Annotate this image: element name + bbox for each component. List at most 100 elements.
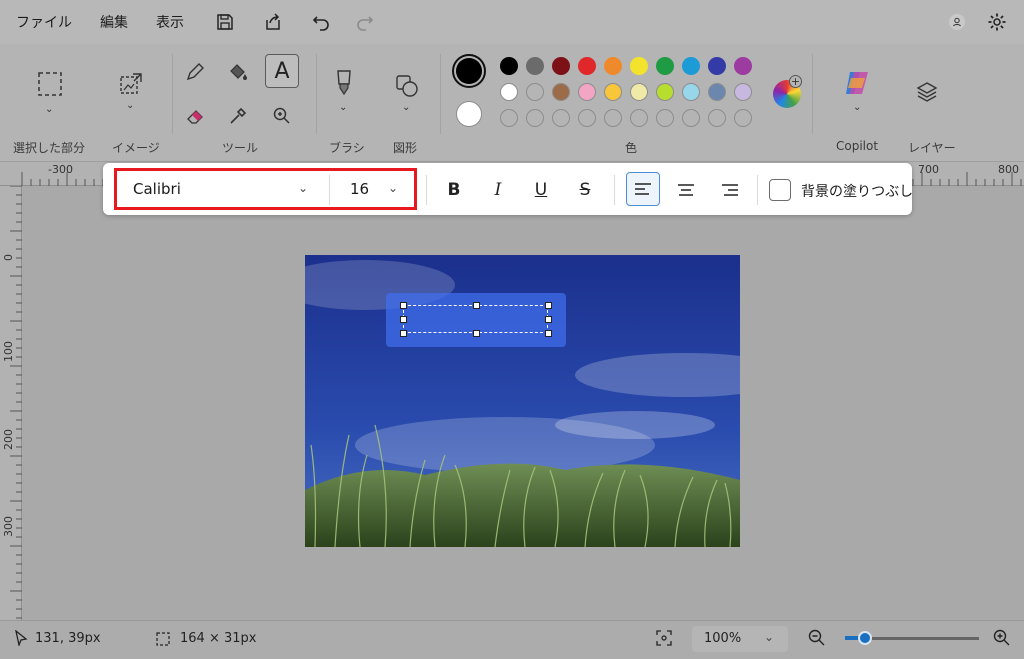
brush-icon[interactable] [330,68,358,100]
save-icon[interactable] [208,5,242,39]
undo-icon[interactable] [304,5,338,39]
italic-button[interactable]: I [482,174,514,206]
color-swatch[interactable] [578,57,596,75]
custom-color-slot[interactable] [708,109,726,127]
text-selection-outline[interactable] [403,305,548,333]
redo-icon[interactable] [348,5,382,39]
copilot-dropdown-icon[interactable]: ⌄ [853,102,861,113]
color-swatch[interactable] [526,83,544,101]
resize-handle[interactable] [400,302,407,309]
custom-color-slot[interactable] [578,109,596,127]
tools-group-label: ツール [222,141,259,155]
custom-color-slot[interactable] [630,109,648,127]
underline-button[interactable]: U [525,174,557,206]
zoom-chevron-icon[interactable]: ⌄ [764,630,774,644]
eraser-icon[interactable] [183,104,207,128]
account-icon[interactable] [940,5,974,39]
menu-view[interactable]: 表示 [142,12,198,32]
color-swatch[interactable] [630,83,648,101]
ribbon-divider [172,54,173,134]
italic-icon: I [494,180,502,200]
custom-color-slot[interactable] [500,109,518,127]
bold-button[interactable]: B [438,174,470,206]
pencil-icon[interactable] [183,60,207,84]
brush-dropdown-icon[interactable]: ⌄ [339,102,347,113]
align-center-button[interactable] [670,174,702,206]
color-picker-icon[interactable] [226,104,250,128]
menu-edit[interactable]: 編集 [86,12,142,32]
shapes-group-label: 図形 [393,141,418,155]
zoom-in-icon[interactable] [993,629,1010,650]
custom-color-slot[interactable] [526,109,544,127]
fill-background-checkbox[interactable] [769,179,791,201]
color-swatch[interactable] [708,57,726,75]
color-swatch[interactable] [552,57,570,75]
add-color-icon: + [789,75,802,88]
align-left-button[interactable] [626,172,660,206]
ruler-label: 200 [2,429,15,450]
selection-rect-icon[interactable] [36,70,64,98]
color-swatch[interactable] [604,83,622,101]
zoom-value: 100% [704,631,742,646]
strikethrough-button[interactable]: S [569,174,601,206]
ruler-label: 300 [2,516,15,537]
color-swatch[interactable] [526,57,544,75]
ribbon-divider [440,54,441,134]
color-swatch[interactable] [500,83,518,101]
zoom-slider-thumb[interactable] [858,631,873,645]
selection-dropdown-icon[interactable]: ⌄ [45,104,53,115]
custom-color-slot[interactable] [656,109,674,127]
share-icon[interactable] [256,5,290,39]
resize-handle[interactable] [545,316,552,323]
resize-handle[interactable] [400,316,407,323]
color-swatch[interactable] [682,57,700,75]
menu-file[interactable]: ファイル [2,12,86,32]
text-tool-icon[interactable]: A [265,54,299,88]
resize-handle[interactable] [545,302,552,309]
resize-handle[interactable] [473,330,480,337]
resize-handle[interactable] [400,330,407,337]
resize-handle[interactable] [545,330,552,337]
resize-handle[interactable] [473,302,480,309]
color-swatch[interactable] [500,57,518,75]
toolbar-divider [614,175,615,205]
strikethrough-icon: S [579,180,591,200]
settings-gear-icon[interactable] [980,5,1014,39]
align-center-icon [678,184,694,196]
vertical-ruler-ticks [10,186,22,619]
ribbon-divider [316,54,317,134]
fill-bucket-icon[interactable] [226,60,250,84]
custom-color-slot[interactable] [552,109,570,127]
cursor-icon [14,629,28,650]
color-swatch[interactable] [682,83,700,101]
selection-size-icon [156,631,170,650]
color-swatch[interactable] [708,83,726,101]
primary-color[interactable] [452,54,486,88]
copilot-group-label: Copilot [836,139,879,153]
fit-to-window-icon[interactable] [656,630,672,650]
color-swatch[interactable] [578,83,596,101]
shapes-icon[interactable] [393,72,421,100]
ruler-label: 800 [998,163,1019,176]
color-swatch[interactable] [656,83,674,101]
selection-size: 164 × 31px [180,631,257,646]
shapes-dropdown-icon[interactable]: ⌄ [402,102,410,113]
color-swatch[interactable] [630,57,648,75]
color-swatch[interactable] [656,57,674,75]
custom-color-slot[interactable] [604,109,622,127]
color-swatch[interactable] [734,57,752,75]
copilot-icon[interactable] [840,66,874,100]
custom-color-slot[interactable] [682,109,700,127]
align-right-button[interactable] [714,174,746,206]
layers-icon[interactable] [913,78,941,106]
zoom-out-icon[interactable] [808,629,825,650]
custom-color-slot[interactable] [734,109,752,127]
color-swatch[interactable] [552,83,570,101]
secondary-color[interactable] [456,101,482,127]
image-crop-icon[interactable] [117,70,145,98]
color-swatch[interactable] [734,83,752,101]
fill-background-label: 背景の塗りつぶし [801,184,914,200]
magnifier-icon[interactable] [270,104,294,128]
color-swatch[interactable] [604,57,622,75]
image-dropdown-icon[interactable]: ⌄ [126,100,134,111]
